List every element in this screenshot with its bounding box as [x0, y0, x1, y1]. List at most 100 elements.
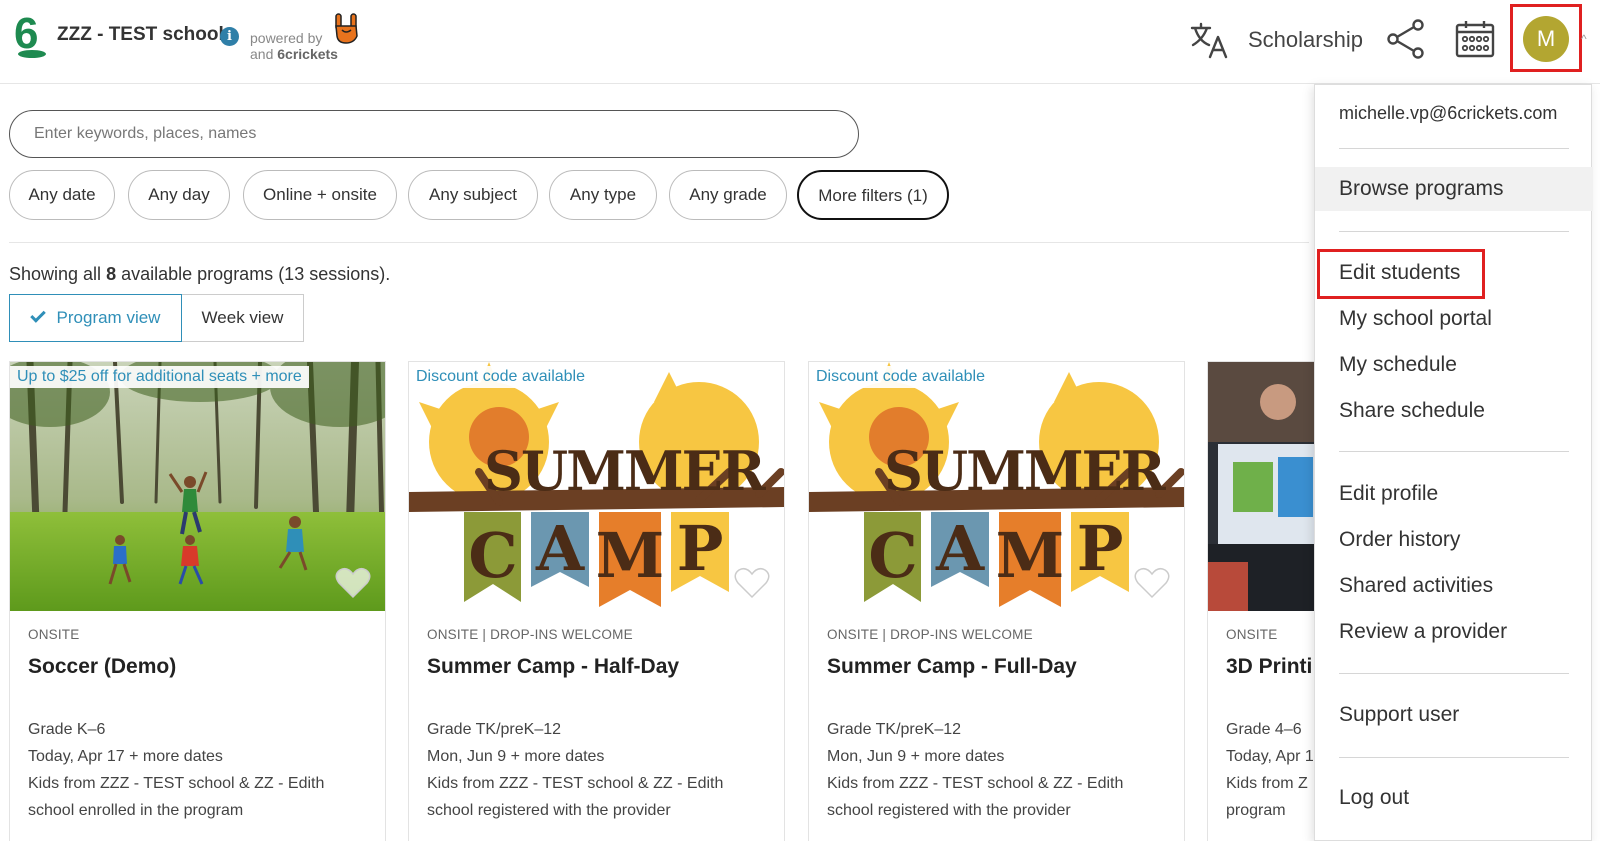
menu-divider — [1339, 757, 1569, 758]
camp-letter: A — [535, 512, 585, 585]
menu-item-edit-profile[interactable]: Edit profile — [1315, 472, 1593, 516]
powered-brand: 6crickets — [277, 46, 338, 62]
share-icon[interactable] — [1386, 18, 1426, 60]
hand-icon — [335, 13, 358, 44]
menu-item-my-school-portal[interactable]: My school portal — [1315, 297, 1593, 341]
card-note: Kids from ZZZ - TEST school & ZZ - Edith — [827, 775, 1124, 792]
summer-word: SUMMER — [484, 439, 767, 503]
powered-by-label: powered by — [250, 30, 323, 46]
card-title[interactable]: 3D Printi — [1226, 655, 1312, 679]
program-image-summer-camp: SUMMER C A M P Discount code available — [409, 362, 784, 611]
powered-by-text: powered by and 6crickets — [250, 30, 338, 62]
top-header: 6 ZZZ - TEST school i powered by and 6cr… — [0, 0, 1600, 84]
divider — [9, 242, 1309, 243]
chevron-up-icon[interactable]: ^ — [1581, 32, 1587, 46]
user-dropdown-menu: michelle.vp@6crickets.com Browse program… — [1314, 84, 1593, 841]
card-grade: Grade K–6 — [28, 721, 106, 738]
results-prefix: Showing all — [9, 264, 102, 284]
card-dates: Today, Apr 17 + more dates — [28, 748, 223, 765]
card-note: Kids from ZZZ - TEST school & ZZ - Edith — [28, 775, 325, 792]
card-grade: Grade TK/preK–12 — [427, 721, 562, 738]
program-card[interactable]: Up to $25 off for additional seats + mor… — [9, 361, 386, 841]
heart-icon[interactable] — [734, 566, 770, 600]
menu-item-order-history[interactable]: Order history — [1315, 518, 1593, 562]
card-meta: ONSITE | DROP-INS WELCOME — [427, 627, 633, 642]
results-summary: Showing all 8 available programs (13 ses… — [9, 264, 390, 285]
heart-icon[interactable] — [1134, 566, 1170, 600]
soccer-photo — [10, 362, 385, 611]
summer-camp-illustration: SUMMER C A M P — [809, 362, 1184, 607]
summer-camp-illustration: SUMMER C A M P — [409, 362, 784, 607]
card-title[interactable]: Summer Camp - Full-Day — [827, 655, 1077, 679]
results-suffix: available programs (13 sessions). — [121, 264, 391, 284]
menu-divider — [1339, 231, 1569, 232]
camp-letter: M — [996, 519, 1065, 592]
card-meta: ONSITE — [28, 627, 80, 642]
week-view-button[interactable]: Week view — [182, 294, 304, 342]
menu-item-review-provider[interactable]: Review a provider — [1315, 610, 1593, 654]
filter-grade[interactable]: Any grade — [669, 170, 787, 220]
scholarship-link[interactable]: Scholarship — [1248, 27, 1363, 53]
camp-letter: C — [468, 519, 517, 592]
card-grade: Grade TK/preK–12 — [827, 721, 962, 738]
card-note: Kids from ZZZ - TEST school & ZZ - Edith — [427, 775, 724, 792]
powered-and-label: and — [250, 46, 274, 62]
program-card[interactable]: SUMMER C A M P Discount code available O… — [408, 361, 785, 841]
user-email: michelle.vp@6crickets.com — [1339, 103, 1558, 123]
program-image-soccer: Up to $25 off for additional seats + mor… — [10, 362, 385, 611]
camp-letter: M — [596, 519, 665, 592]
discount-badge: Discount code available — [409, 366, 592, 388]
discount-badge: Discount code available — [809, 366, 992, 388]
card-grade: Grade 4–6 — [1226, 721, 1302, 738]
menu-item-my-schedule[interactable]: My schedule — [1315, 343, 1593, 387]
card-meta: ONSITE | DROP-INS WELCOME — [827, 627, 1033, 642]
card-dates: Today, Apr 1 — [1226, 748, 1314, 765]
menu-item-support-user[interactable]: Support user — [1315, 693, 1593, 737]
info-icon[interactable]: i — [220, 27, 239, 46]
menu-item-shared-activities[interactable]: Shared activities — [1315, 564, 1593, 608]
translate-icon[interactable] — [1190, 21, 1230, 59]
logo-six-icon[interactable]: 6 — [12, 8, 52, 60]
filter-location[interactable]: Online + onsite — [243, 170, 397, 220]
card-note: school registered with the provider — [427, 802, 671, 819]
filter-subject[interactable]: Any subject — [408, 170, 538, 220]
menu-divider — [1339, 148, 1569, 149]
menu-divider — [1339, 673, 1569, 674]
check-icon — [29, 307, 46, 323]
discount-badge: Up to $25 off for additional seats + mor… — [10, 366, 309, 388]
card-title[interactable]: Summer Camp - Half-Day — [427, 655, 679, 679]
heart-icon[interactable] — [335, 566, 371, 600]
card-note: program — [1226, 802, 1286, 819]
program-card[interactable]: SUMMER C A M P Discount code available O… — [808, 361, 1185, 841]
menu-item-share-schedule[interactable]: Share schedule — [1315, 389, 1593, 433]
summer-word: SUMMER — [884, 439, 1167, 503]
avatar[interactable]: M — [1523, 16, 1569, 62]
menu-item-log-out[interactable]: Log out — [1315, 776, 1593, 820]
edit-students-highlight-box — [1317, 249, 1485, 299]
menu-divider — [1339, 451, 1569, 452]
card-note: school enrolled in the program — [28, 802, 244, 819]
card-note: Kids from Z — [1226, 775, 1308, 792]
filter-type[interactable]: Any type — [549, 170, 657, 220]
school-name[interactable]: ZZZ - TEST school — [57, 24, 224, 46]
calendar-icon[interactable] — [1455, 20, 1495, 58]
more-filters-button[interactable]: More filters (1) — [797, 170, 949, 220]
program-view-button[interactable]: Program view — [9, 294, 182, 342]
filter-day[interactable]: Any day — [128, 170, 230, 220]
results-count: 8 — [106, 264, 117, 284]
camp-letter: P — [1077, 512, 1124, 585]
card-dates: Mon, Jun 9 + more dates — [427, 748, 605, 765]
avatar-highlight-box: M — [1510, 4, 1582, 72]
card-dates: Mon, Jun 9 + more dates — [827, 748, 1005, 765]
card-meta: ONSITE — [1226, 627, 1278, 642]
program-image-summer-camp: SUMMER C A M P Discount code available — [809, 362, 1184, 611]
card-note: school registered with the provider — [827, 802, 1071, 819]
filter-date[interactable]: Any date — [9, 170, 115, 220]
camp-letter: P — [677, 512, 724, 585]
camp-letter: A — [935, 512, 985, 585]
search-input[interactable] — [9, 110, 859, 158]
program-view-label: Program view — [56, 308, 161, 327]
card-title[interactable]: Soccer (Demo) — [28, 655, 176, 679]
camp-letter: C — [868, 519, 917, 592]
menu-item-browse-programs[interactable]: Browse programs — [1315, 167, 1593, 211]
